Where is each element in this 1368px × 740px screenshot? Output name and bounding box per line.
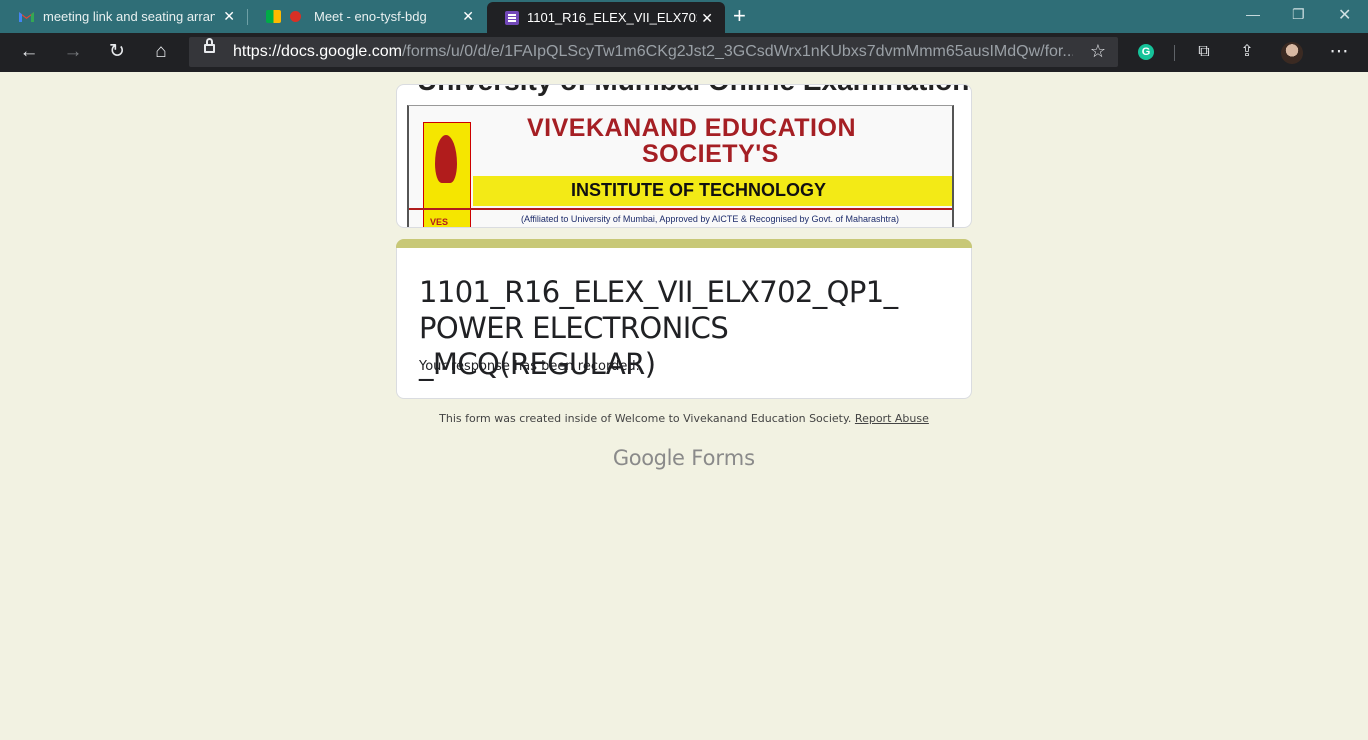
toolbar-divider: [1174, 45, 1175, 61]
logo-text: VES: [430, 217, 449, 227]
header-cut-title: University of Mumbai Online Examination …: [417, 85, 971, 97]
footer-note: This form was created inside of Welcome …: [0, 412, 1368, 425]
minimize-icon[interactable]: —: [1246, 6, 1260, 22]
banner-divider: [409, 208, 952, 210]
restore-icon[interactable]: ❐: [1292, 6, 1305, 23]
tab-title: meeting link and seating arrange: [43, 9, 215, 24]
google-forms-logo[interactable]: Google Forms: [0, 446, 1368, 470]
star-icon[interactable]: ☆: [1090, 41, 1106, 62]
institute-name: INSTITUTE OF TECHNOLOGY: [571, 180, 826, 200]
form-header-card: University of Mumbai Online Examination …: [396, 84, 972, 228]
flame-icon: [435, 135, 457, 183]
tab-forms[interactable]: 1101_R16_ELEX_VII_ELX702_QP1_ ✕: [487, 2, 725, 33]
address-bar[interactable]: https://docs.google.com/forms/u/0/d/e/1F…: [189, 37, 1118, 67]
url-host: https://docs.google.com: [233, 43, 402, 60]
more-icon[interactable]: ⋯: [1327, 41, 1351, 63]
brand-forms: Forms: [691, 446, 756, 470]
google-meet-icon: [266, 10, 281, 23]
affiliation-text: (Affiliated to University of Mumbai, App…: [521, 214, 900, 224]
close-icon[interactable]: ✕: [462, 8, 474, 25]
org-name-line2: SOCIETY'S: [642, 140, 779, 168]
response-message: Your response has been recorded.: [419, 359, 640, 374]
tab-gmail[interactable]: meeting link and seating arrange ✕: [0, 0, 247, 33]
home-icon[interactable]: ⌂: [149, 41, 173, 63]
url-text[interactable]: https://docs.google.com/forms/u/0/d/e/1F…: [233, 43, 1073, 61]
footer-text: This form was created inside of Welcome …: [439, 412, 852, 425]
recording-icon: [290, 11, 301, 22]
ves-logo-icon: VES: [423, 122, 471, 227]
card-accent: [396, 239, 972, 248]
response-card: 1101_R16_ELEX_VII_ELX702_QP1_ POWER ELEC…: [396, 239, 972, 399]
lock-icon: [204, 38, 215, 53]
new-tab-icon[interactable]: +: [733, 4, 746, 28]
gmail-icon: [18, 10, 35, 23]
org-name-line1: VIVEKANAND EDUCATION: [527, 114, 856, 142]
tab-title: 1101_R16_ELEX_VII_ELX702_QP1_: [527, 10, 697, 25]
forward-icon[interactable]: →: [61, 41, 85, 63]
refresh-icon[interactable]: ↻: [105, 41, 129, 63]
close-icon[interactable]: ✕: [223, 8, 235, 25]
collections-icon[interactable]: ⧉: [1192, 41, 1216, 63]
close-window-icon[interactable]: ✕: [1338, 5, 1351, 25]
tab-title: Meet - eno-tysf-bdg: [314, 9, 427, 24]
back-icon[interactable]: ←: [17, 41, 41, 63]
share-icon[interactable]: ⇪: [1235, 41, 1259, 63]
browser-toolbar: ← → ↻ ⌂ https://docs.google.com/forms/u/…: [0, 33, 1368, 72]
report-abuse-link[interactable]: Report Abuse: [855, 412, 929, 425]
avatar[interactable]: [1281, 42, 1303, 64]
institute-banner: VES VIVEKANAND EDUCATION SOCIETY'S INSTI…: [407, 105, 954, 227]
tab-strip: meeting link and seating arrange ✕ Meet …: [0, 0, 1368, 33]
url-path: /forms/u/0/d/e/1FAIpQLScyTw1m6CKg2Jst2_3…: [401, 43, 1073, 60]
brand-google: Google: [612, 446, 685, 470]
close-icon[interactable]: ✕: [701, 10, 713, 27]
tab-meet[interactable]: Meet - eno-tysf-bdg ✕: [248, 0, 486, 33]
grammarly-icon[interactable]: G: [1138, 44, 1154, 60]
google-forms-icon: [505, 10, 519, 25]
